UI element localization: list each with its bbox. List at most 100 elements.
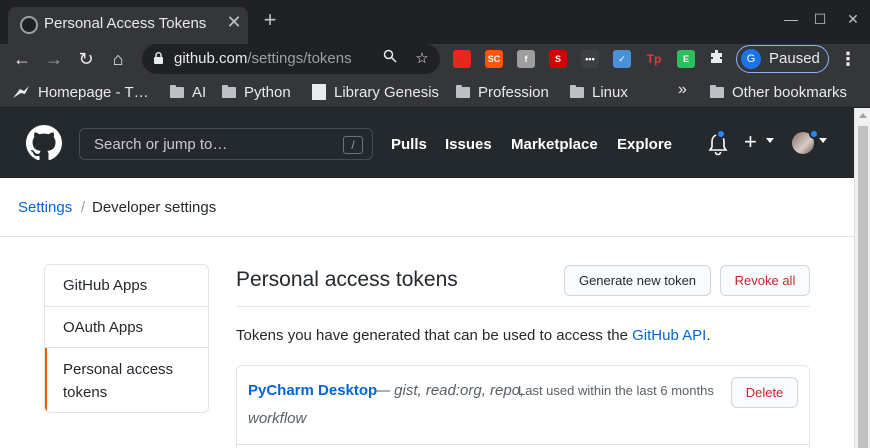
bookmark-folder-profession[interactable]: Profession <box>456 82 549 102</box>
tp-extension-icon[interactable]: Tp <box>645 50 663 68</box>
folder-icon <box>456 84 470 98</box>
bookmark-label: Linux <box>592 83 628 101</box>
address-bar[interactable]: github.com/settings/tokens ☆ <box>142 44 440 74</box>
github-octocat-icon[interactable] <box>26 125 62 161</box>
breadcrumb-current: Developer settings <box>92 199 217 216</box>
window-minimize-button[interactable]: — <box>782 10 800 28</box>
bookmarks-overflow-icon[interactable]: » <box>678 81 687 99</box>
bookmark-label: Library Genesis <box>334 83 440 101</box>
bookmark-label: Profession <box>478 83 549 101</box>
folder-icon <box>170 84 184 98</box>
browser-toolbar: ← → ↻ ⌂ github.com/settings/tokens ☆ SC f… <box>0 44 870 75</box>
token-last-used: Last used within the last 6 months <box>518 383 714 398</box>
forward-icon[interactable]: → <box>42 47 66 71</box>
bookmark-folder-linux[interactable]: Linux <box>570 82 628 102</box>
scrollbar-thumb[interactable] <box>858 126 868 448</box>
evernote-extension-icon[interactable]: E <box>677 50 695 68</box>
revoke-all-button[interactable]: Revoke all <box>720 265 810 296</box>
token-row-divider <box>236 444 810 445</box>
notification-dot <box>716 129 726 139</box>
bookmark-other-bookmarks[interactable]: Other bookmarks <box>710 82 847 102</box>
bookmark-folder-ai[interactable]: AI <box>170 82 206 102</box>
browser-tab-strip: Personal Access Tokens ✕ + — ☐ ✕ <box>0 0 870 44</box>
nav-marketplace[interactable]: Marketplace <box>511 136 598 153</box>
window-maximize-button[interactable]: ☐ <box>811 10 829 28</box>
extensions-puzzle-icon[interactable] <box>707 49 727 69</box>
dots-extension-icon[interactable]: ••• <box>581 50 599 68</box>
profile-button[interactable]: G Paused <box>736 45 829 73</box>
developer-settings-sidebar: GitHub Apps OAuth Apps Personal access t… <box>44 264 209 413</box>
bookmark-label: Other bookmarks <box>732 83 848 101</box>
url-text: github.com/settings/tokens <box>174 50 352 67</box>
sidebar-item-personal-access-tokens[interactable]: Personal access tokens <box>45 348 208 412</box>
profile-status: Paused <box>769 50 820 67</box>
avatar-status-dot <box>809 129 819 139</box>
token-scopes: — gist, read:org, repo, <box>375 382 525 399</box>
tab-title: Personal Access Tokens <box>44 15 207 32</box>
window-close-button[interactable]: ✕ <box>844 10 862 28</box>
homepage-bird-icon <box>13 86 29 98</box>
new-tab-button[interactable]: + <box>258 9 282 33</box>
bookmark-label: Homepage - T… <box>38 83 149 101</box>
user-menu-caret-icon[interactable] <box>819 138 827 143</box>
bookmark-label: Python <box>244 83 291 101</box>
home-icon[interactable]: ⌂ <box>106 47 130 71</box>
sidebar-item-label: Personal access tokens <box>63 361 174 401</box>
description-suffix: . <box>706 327 711 344</box>
github-favicon-icon <box>20 16 38 34</box>
github-search-input[interactable]: Search or jump to… / <box>79 128 373 160</box>
library-genesis-icon <box>312 84 326 100</box>
page-scrollbar[interactable] <box>854 108 870 448</box>
create-dropdown-caret-icon[interactable] <box>766 138 774 143</box>
breadcrumb-separator: / <box>81 199 86 216</box>
token-list <box>236 365 810 448</box>
bookmark-folder-python[interactable]: Python <box>222 82 291 102</box>
folder-icon <box>710 84 724 98</box>
browser-tab-active[interactable]: Personal Access Tokens ✕ <box>8 7 248 44</box>
soundcloud-extension-icon[interactable]: SC <box>485 50 503 68</box>
github-api-link[interactable]: GitHub API <box>632 327 706 344</box>
tokens-description: Tokens you have generated that can be us… <box>236 327 710 344</box>
s-extension-icon[interactable]: S <box>549 50 567 68</box>
page-title: Personal access tokens <box>236 268 458 291</box>
bookmark-homepage[interactable]: Homepage - T… <box>12 82 149 102</box>
nav-explore[interactable]: Explore <box>617 136 672 153</box>
generate-new-token-button[interactable]: Generate new token <box>564 265 711 296</box>
lock-icon <box>154 52 163 64</box>
adblock-extension-icon[interactable] <box>453 50 471 68</box>
profile-avatar: G <box>741 49 761 69</box>
search-shortcut-key: / <box>343 136 363 154</box>
back-icon[interactable]: ← <box>10 47 34 71</box>
title-divider <box>236 306 810 307</box>
breadcrumb-settings-link[interactable]: Settings <box>18 199 72 216</box>
reload-icon[interactable]: ↻ <box>74 47 98 71</box>
delete-token-button[interactable]: Delete <box>731 377 798 408</box>
zoom-search-icon[interactable] <box>380 49 400 69</box>
description-text: Tokens you have generated that can be us… <box>236 327 633 344</box>
url-path: /settings/tokens <box>247 50 352 67</box>
sidebar-item-oauth-apps[interactable]: OAuth Apps <box>45 307 208 348</box>
breadcrumb: Settings / Developer settings <box>0 178 854 237</box>
folder-icon <box>570 84 584 98</box>
bookmarks-bar: Homepage - T… AI Python Library Genesis … <box>0 75 870 108</box>
bookmark-label: AI <box>192 83 207 101</box>
nav-pulls[interactable]: Pulls <box>391 136 427 153</box>
folder-icon <box>222 84 236 98</box>
search-placeholder: Search or jump to… <box>94 136 228 153</box>
create-new-plus-icon[interactable]: + <box>744 130 757 154</box>
tab-close-icon[interactable]: ✕ <box>224 12 244 32</box>
sidebar-item-label: GitHub Apps <box>63 277 148 294</box>
scroll-up-arrow-icon[interactable] <box>859 113 867 118</box>
fontface-extension-icon[interactable]: f <box>517 50 535 68</box>
bookmark-library-genesis[interactable]: Library Genesis <box>312 82 439 102</box>
token-name-link[interactable]: PyCharm Desktop <box>248 382 377 399</box>
sidebar-item-label: OAuth Apps <box>63 319 144 336</box>
bookmark-star-icon[interactable]: ☆ <box>412 49 432 69</box>
github-header: Search or jump to… / Pulls Issues Market… <box>0 108 854 178</box>
token-scopes-continued: workflow <box>248 410 307 427</box>
url-host: github.com <box>174 50 248 67</box>
nav-issues[interactable]: Issues <box>445 136 492 153</box>
browser-menu-icon[interactable]: ⋮ <box>838 48 858 70</box>
compass-extension-icon[interactable]: ✓ <box>613 50 631 68</box>
sidebar-item-github-apps[interactable]: GitHub Apps <box>45 265 208 307</box>
